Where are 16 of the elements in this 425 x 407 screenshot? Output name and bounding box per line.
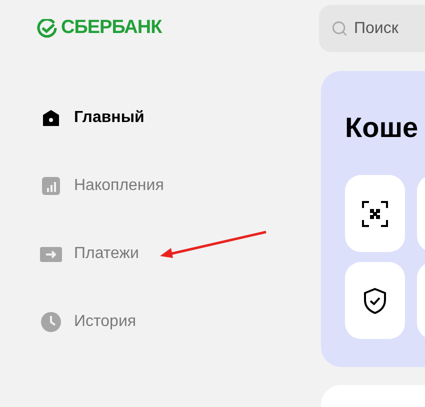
logo-text: СБЕРБАНК	[61, 16, 162, 40]
nav-item[interactable]: История	[40, 312, 319, 332]
search-field[interactable]: Поиск	[319, 5, 425, 52]
action-tile[interactable]	[345, 262, 405, 339]
wallet-title: Коше	[345, 111, 420, 145]
nav-item[interactable]: Накопления	[40, 176, 319, 196]
logo-icon	[37, 18, 57, 38]
qr-scan-icon	[362, 200, 388, 226]
shield-check-icon	[364, 288, 386, 314]
nav-item[interactable]: Платежи	[40, 244, 319, 264]
nav-item[interactable]: Главный	[40, 108, 319, 128]
home-icon	[41, 109, 61, 127]
action-tile[interactable]	[345, 175, 405, 252]
clock-icon	[41, 312, 61, 332]
search-icon	[331, 20, 348, 37]
bar-chart-icon	[42, 177, 60, 195]
